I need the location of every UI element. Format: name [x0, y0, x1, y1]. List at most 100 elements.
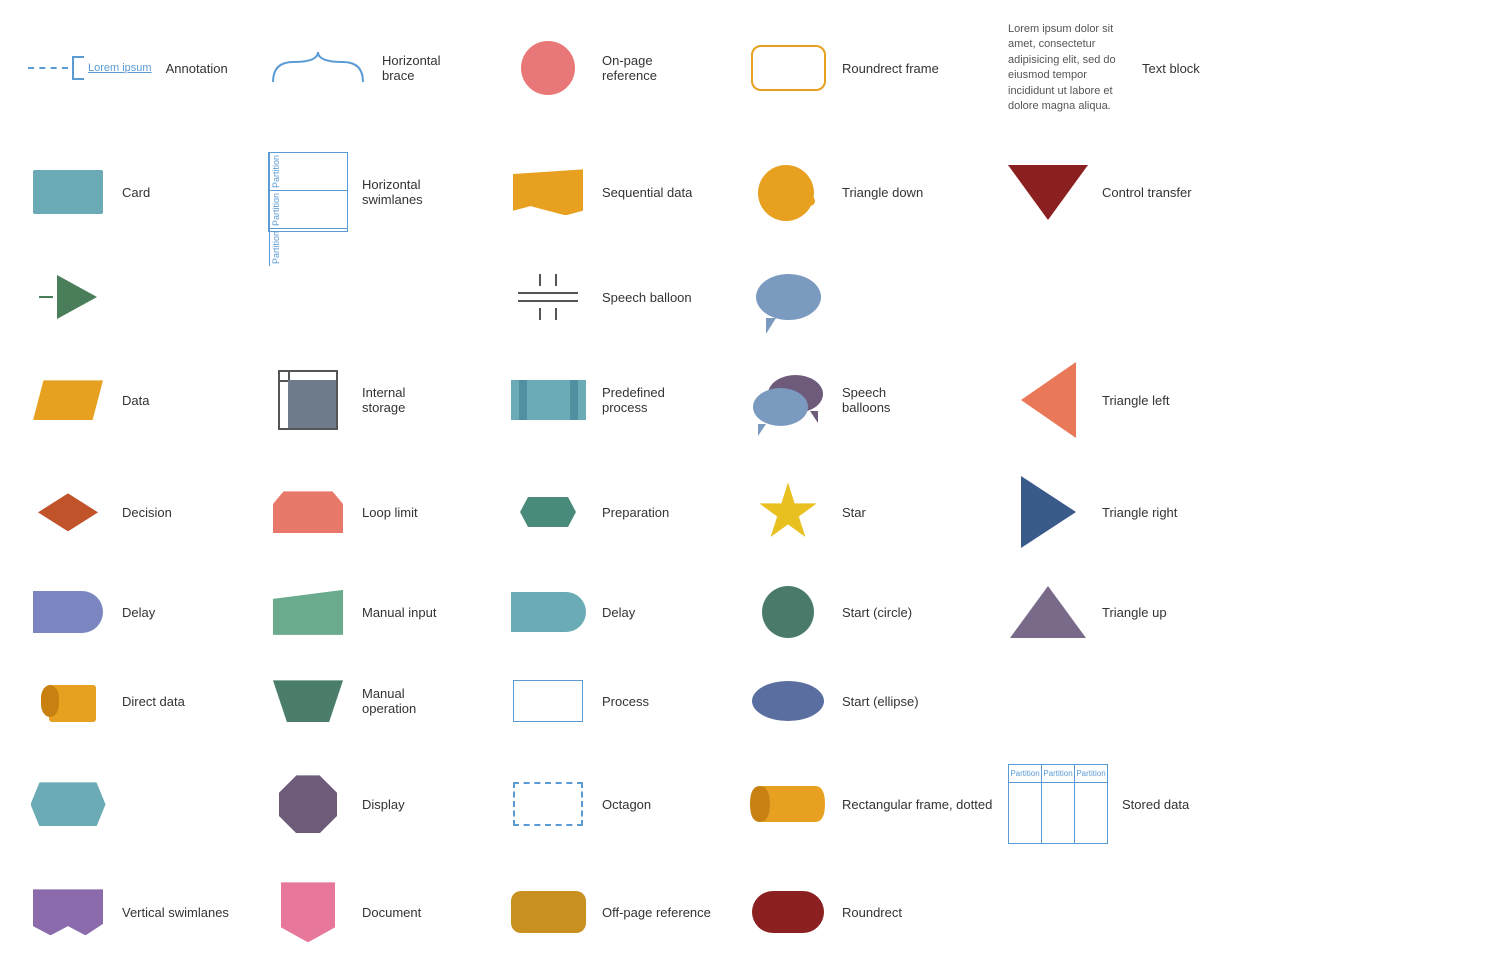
delay-label: Delay — [122, 605, 155, 620]
cell-horizontal-swimlanes: Partition Partition Partition Horizontal… — [260, 148, 500, 236]
triangle-left-label: Triangle left — [1102, 393, 1169, 408]
predefined-process-label: Predefined process — [602, 385, 682, 415]
cell-speech-balloons: Speech balloons — [740, 358, 1000, 442]
decision-shape — [38, 493, 98, 531]
start-circle-shape-wrap — [748, 586, 828, 638]
horizontal-brace-svg — [268, 47, 368, 89]
card-shape-wrap — [28, 167, 108, 217]
pm-tick-1 — [539, 274, 541, 286]
hswimlane-content-2 — [283, 191, 347, 228]
loop-limit-shape-wrap — [268, 487, 348, 537]
decision-shape-wrap — [28, 487, 108, 537]
parallel-mode-label: Speech balloon — [602, 290, 692, 305]
manual-input-shape-wrap — [268, 587, 348, 637]
cell-roundrect: Off-page reference — [500, 878, 740, 946]
cell-triangle-up: Triangle up — [1000, 582, 1260, 642]
vertical-swimlanes-label: Stored data — [1122, 797, 1189, 812]
text-block-label: Text block — [1142, 61, 1200, 76]
manual-operation-shape — [273, 680, 343, 722]
triangle-right-label: Triangle right — [1102, 505, 1177, 520]
hswimlane-content-3 — [283, 229, 347, 266]
vertical-swimlanes-shape-wrap: Partition Partition Partition — [1008, 764, 1108, 844]
hswimlane-row-3: Partition — [269, 229, 347, 266]
pm-top — [539, 270, 557, 286]
cell-stored-data: Rectangular frame, dotted — [740, 760, 1000, 848]
cell-vertical-swimlanes: Partition Partition Partition Stored dat… — [1000, 760, 1260, 848]
delay-shape-wrap — [28, 587, 108, 637]
internal-storage-shape — [278, 370, 338, 430]
card-shape — [33, 170, 103, 214]
cell-data: Data — [20, 358, 260, 442]
on-page-reference-shape — [521, 41, 575, 95]
predefined-process-shape-wrap — [508, 375, 588, 425]
cell-on-page-reference: On-page reference — [500, 18, 740, 118]
rectangular-frame-dotted-shape — [513, 782, 583, 826]
pm-tick-2 — [555, 274, 557, 286]
cylinder-cap — [41, 685, 59, 717]
pm-hline-2 — [518, 300, 578, 302]
direct-data-label: Direct data — [122, 694, 185, 709]
data-label: Data — [122, 393, 149, 408]
pm-tick-4 — [555, 308, 557, 320]
start-circle-label: Start (circle) — [842, 605, 912, 620]
cell-control-transfer — [20, 266, 260, 328]
triangle-down-label: Control transfer — [1102, 185, 1192, 200]
cell-parallel-mode: Speech balloon — [500, 266, 740, 328]
cell-preparation: Preparation — [500, 472, 740, 552]
cell-empty-2 — [260, 266, 500, 328]
horizontal-brace-shape-wrap — [268, 43, 368, 93]
cell-decision: Decision — [20, 472, 260, 552]
cell-star: Star — [740, 472, 1000, 552]
cell-paper-tape: Sequential data — [500, 148, 740, 236]
pm-tick-3 — [539, 308, 541, 320]
cell-delay2: Delay — [500, 582, 740, 642]
parallel-mode-shape — [518, 270, 578, 324]
star-shape-wrap — [748, 482, 828, 542]
vswimlane-header-2: Partition — [1042, 765, 1074, 783]
cell-start-circle: Start (circle) — [740, 582, 1000, 642]
paper-tape-shape-wrap — [508, 167, 588, 217]
delay2-shape — [511, 592, 586, 632]
stored-data-label: Rectangular frame, dotted — [842, 797, 992, 812]
cell-terminator: Roundrect — [740, 878, 1000, 946]
display-shape — [31, 782, 106, 826]
start-ellipse-shape-wrap — [748, 676, 828, 726]
roundrect-shape-wrap — [508, 887, 588, 937]
sequential-data-shape-wrap — [748, 163, 828, 221]
speech-balloons-shape — [748, 370, 828, 430]
annotation-shape-wrap: Lorem ipsum — [28, 43, 152, 93]
off-page-reference-shape — [281, 882, 335, 942]
cell-horizontal-brace: Horizontal brace — [260, 18, 500, 118]
octagon-shape-wrap — [268, 775, 348, 833]
manual-input-shape — [273, 590, 343, 635]
cell-text-block: Lorem ipsum dolor sit amet, consectetur … — [1000, 18, 1260, 118]
terminator-shape-wrap — [748, 887, 828, 937]
hswimlane-label-1: Partition — [269, 153, 283, 190]
paper-tape-label: Sequential data — [602, 185, 692, 200]
preparation-shape-wrap — [508, 487, 588, 537]
start-circle-shape — [762, 586, 814, 638]
cell-speech-balloon — [740, 266, 1000, 328]
octagon-shape — [279, 775, 337, 833]
cell-roundrect-frame: Roundrect frame — [740, 18, 1000, 118]
triangle-right-shape — [1021, 476, 1076, 548]
terminator-shape — [752, 891, 824, 933]
off-page-reference-label: Document — [362, 905, 421, 920]
annotation-shape: Lorem ipsum — [28, 56, 152, 80]
manual-operation-label: Manual operation — [362, 686, 442, 716]
direct-data-shape-wrap — [28, 676, 108, 726]
speech-balloon-shape — [756, 274, 821, 320]
cell-manual-operation: Manual operation — [260, 672, 500, 730]
stored-data-svg — [750, 781, 826, 827]
control-transfer-line — [39, 290, 53, 304]
cell-annotation: Lorem ipsum Annotation — [20, 18, 260, 118]
card-label: Card — [122, 185, 150, 200]
triangle-up-label: Triangle up — [1102, 605, 1167, 620]
start-ellipse-label: Start (ellipse) — [842, 694, 919, 709]
hswimlane-row-1: Partition — [269, 153, 347, 191]
speech-balloon-2 — [753, 388, 808, 426]
cell-predefined-process: Predefined process — [500, 358, 740, 442]
off-page-reference-shape-wrap — [268, 882, 348, 942]
stored-data-shape-wrap — [748, 779, 828, 829]
roundrect-frame-shape — [751, 45, 826, 91]
